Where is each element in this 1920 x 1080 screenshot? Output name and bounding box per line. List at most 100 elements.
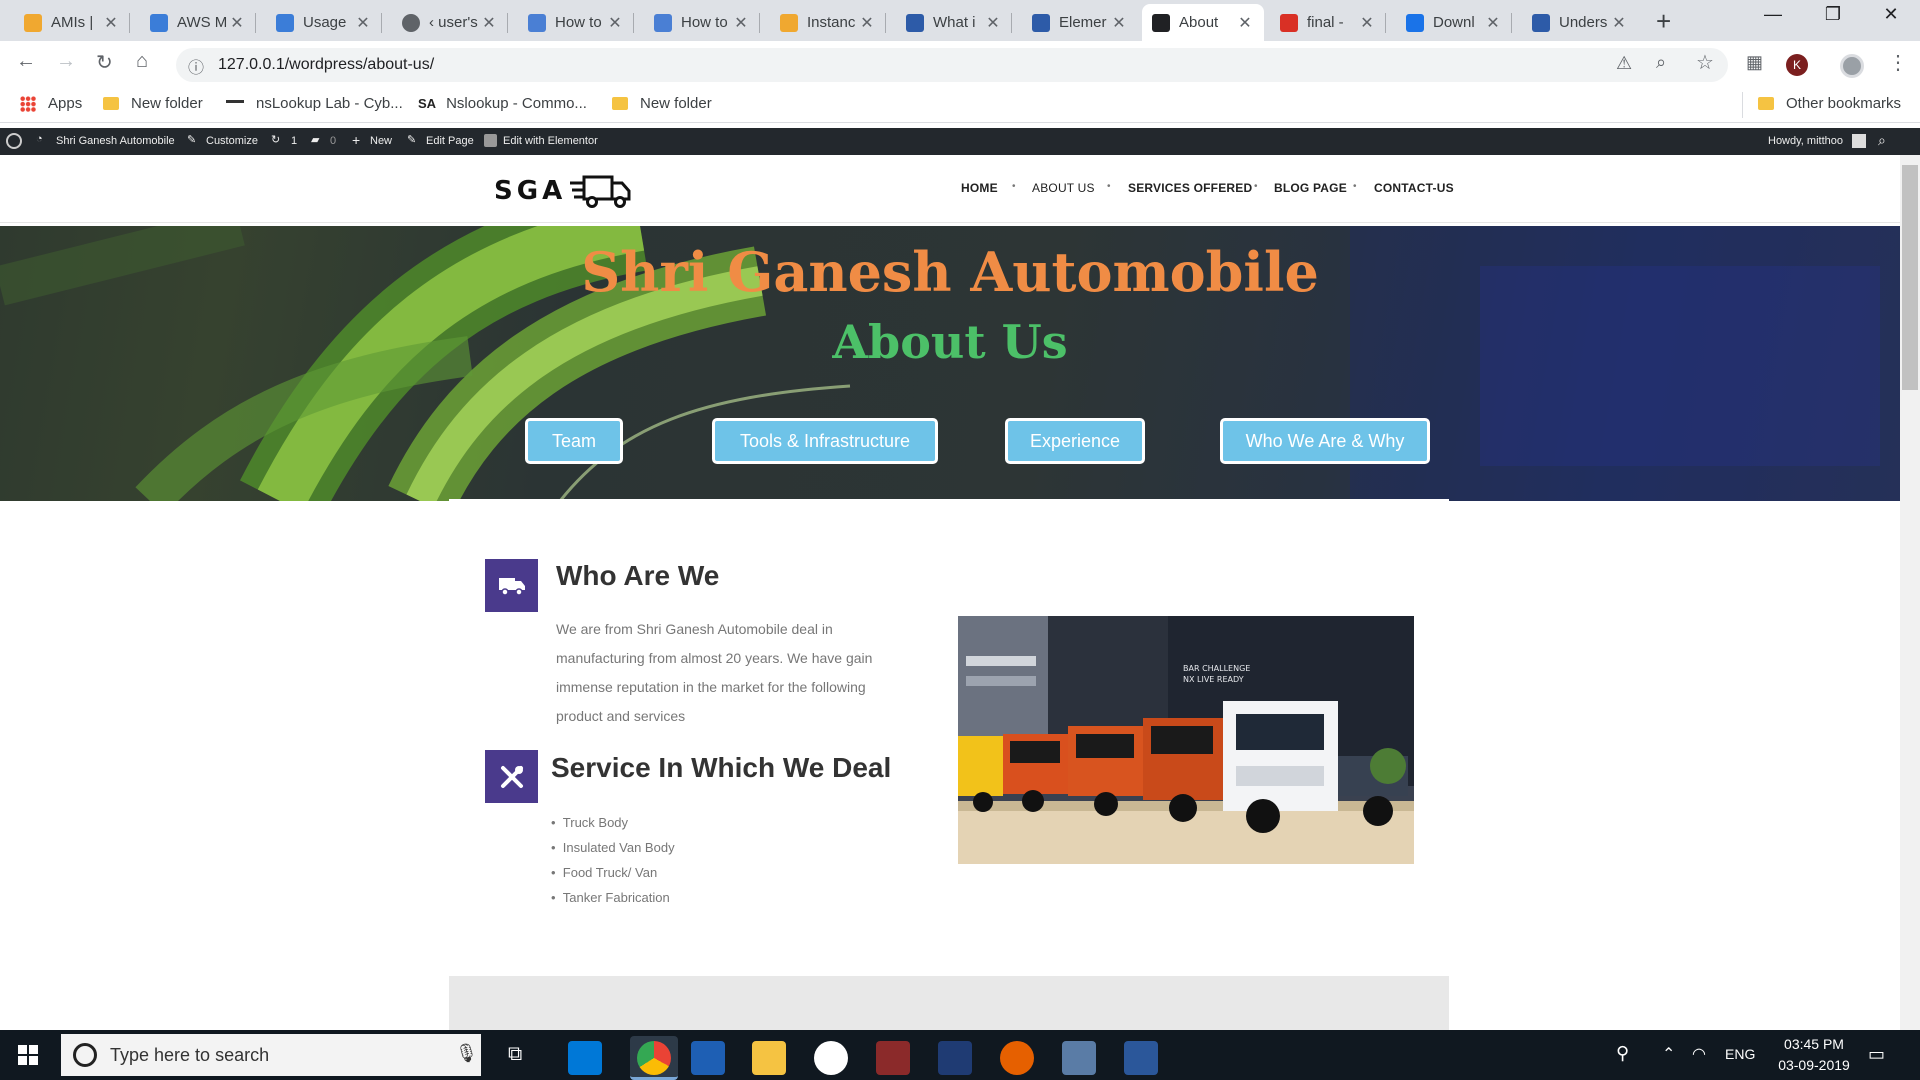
folder-icon xyxy=(612,97,628,110)
defender-icon[interactable] xyxy=(691,1041,725,1075)
extensions-icon[interactable]: ▦ xyxy=(1746,52,1763,73)
bookmark-folder[interactable]: New folder xyxy=(103,95,203,112)
browser-tab[interactable]: Downl ✕ xyxy=(1396,4,1512,41)
service-item-label: Tanker Fabrication xyxy=(562,890,670,905)
taskbar-search-placeholder[interactable]: Type here to search xyxy=(110,1045,269,1066)
scrollbar-thumb[interactable] xyxy=(1902,165,1918,390)
network-app-icon[interactable] xyxy=(1062,1041,1096,1075)
browser-tab[interactable]: AMIs | ✕ xyxy=(14,4,130,41)
nav-home[interactable]: HOME xyxy=(961,181,998,195)
page-viewport: SGA HOME • ABOUT US • SERVICES OFFERED •… xyxy=(0,155,1900,1030)
new-tab-icon[interactable]: + xyxy=(1656,6,1671,37)
close-icon[interactable]: ✕ xyxy=(102,13,120,33)
brush-icon: ✎ xyxy=(187,134,197,146)
devcpp-icon[interactable] xyxy=(938,1041,972,1075)
nav-services-offered[interactable]: SERVICES OFFERED xyxy=(1128,181,1252,195)
forward-icon[interactable]: → xyxy=(56,50,76,73)
close-icon[interactable]: ✕ xyxy=(984,13,1002,33)
cookie-blocked-icon[interactable]: ⚠ xyxy=(1616,53,1632,74)
admin-edit-elementor[interactable]: Edit with Elementor xyxy=(503,135,598,147)
user-avatar[interactable] xyxy=(1840,54,1864,78)
minimize-icon[interactable]: — xyxy=(1750,4,1796,25)
close-icon[interactable]: ✕ xyxy=(228,13,246,33)
browser-tab[interactable]: Usage ✕ xyxy=(266,4,382,41)
close-window-icon[interactable]: ✕ xyxy=(1868,4,1914,25)
wifi-icon[interactable]: ◠ xyxy=(1692,1044,1706,1064)
close-icon[interactable]: ✕ xyxy=(480,13,498,33)
close-icon[interactable]: ✕ xyxy=(1358,13,1376,33)
close-icon[interactable]: ✕ xyxy=(732,13,750,33)
nav-contact-us[interactable]: CONTACT-US xyxy=(1374,181,1454,195)
menu-icon[interactable]: ⋮ xyxy=(1888,50,1908,75)
bookmark-apps[interactable]: Apps xyxy=(20,95,82,112)
close-icon[interactable]: ✕ xyxy=(858,13,876,33)
close-icon[interactable]: ✕ xyxy=(1236,13,1254,33)
google-icon[interactable] xyxy=(814,1041,848,1075)
close-icon[interactable]: ✕ xyxy=(1110,13,1128,33)
browser-tab[interactable]: Unders ✕ xyxy=(1522,4,1638,41)
back-icon[interactable]: ← xyxy=(16,50,36,73)
tab-title: How to xyxy=(555,14,602,31)
maximize-icon[interactable]: ❐ xyxy=(1810,4,1856,25)
browser-tab[interactable]: How to ✕ xyxy=(644,4,760,41)
admin-new[interactable]: New xyxy=(370,135,392,147)
hero-banner: Shri Ganesh Automobile About Us Team Too… xyxy=(0,226,1900,501)
zoom-icon[interactable]: ⌕ xyxy=(1656,52,1666,73)
bookmark-link[interactable]: SA Nslookup - Commo... xyxy=(418,95,587,112)
clock-time[interactable]: 03:45 PM xyxy=(1774,1036,1854,1052)
team-button[interactable]: Team xyxy=(525,418,623,464)
bookmark-folder[interactable]: New folder xyxy=(612,95,712,112)
browser-tab[interactable]: final - ✕ xyxy=(1270,4,1386,41)
browser-tab[interactable]: Instanc ✕ xyxy=(770,4,886,41)
file-explorer-icon[interactable] xyxy=(752,1041,786,1075)
microphone-icon[interactable]: 🎙 xyxy=(455,1043,478,1064)
admin-customize[interactable]: Customize xyxy=(206,135,258,147)
tools-infrastructure-button[interactable]: Tools & Infrastructure xyxy=(712,418,938,464)
nav-blog-page[interactable]: BLOG PAGE xyxy=(1274,181,1347,195)
close-icon[interactable]: ✕ xyxy=(1484,13,1502,33)
browser-tab[interactable]: AWS M ✕ xyxy=(140,4,256,41)
browser-tab[interactable]: How to ✕ xyxy=(518,4,634,41)
close-icon[interactable]: ✕ xyxy=(1610,13,1628,33)
admin-site-name[interactable]: Shri Ganesh Automobile xyxy=(56,135,175,147)
admin-updates-count[interactable]: 1 xyxy=(291,135,297,147)
other-bookmarks[interactable]: Other bookmarks xyxy=(1758,95,1901,112)
service-item-label: Truck Body xyxy=(562,815,629,830)
profile-avatar[interactable]: K xyxy=(1786,54,1808,76)
admin-edit-page[interactable]: Edit Page xyxy=(426,135,474,147)
edge-icon[interactable] xyxy=(568,1041,602,1075)
people-favicon-icon xyxy=(654,13,672,32)
tab-title: Instanc xyxy=(807,14,856,31)
nav-about-us[interactable]: ABOUT US xyxy=(1032,181,1095,195)
close-icon[interactable]: ✕ xyxy=(606,13,624,33)
bookmark-link[interactable]: nsLookup Lab - Cyb... xyxy=(226,95,403,112)
task-view-icon[interactable]: ⧉ xyxy=(508,1043,522,1066)
language-indicator[interactable]: ENG xyxy=(1725,1046,1755,1062)
trucks-photo: BAR CHALLENGE NX LIVE READY xyxy=(958,616,1414,864)
wordpress-logo-icon[interactable] xyxy=(6,133,22,149)
chevron-up-icon[interactable]: ⌃ xyxy=(1662,1044,1675,1064)
browser-tab-active[interactable]: About ✕ xyxy=(1142,4,1264,41)
windows-start-icon[interactable] xyxy=(18,1045,38,1065)
clock-date[interactable]: 03-09-2019 xyxy=(1768,1057,1860,1073)
reload-icon[interactable]: ↻ xyxy=(96,50,113,75)
bookmark-star-icon[interactable]: ☆ xyxy=(1696,50,1714,75)
browser-tab[interactable]: ‹ user's ✕ xyxy=(392,4,508,41)
url-text[interactable]: 127.0.0.1/wordpress/about-us/ xyxy=(218,56,434,74)
word-icon[interactable] xyxy=(1124,1041,1158,1075)
browser-tab[interactable]: Elemer ✕ xyxy=(1022,4,1138,41)
site-logo[interactable]: SGA xyxy=(494,173,632,209)
close-icon[interactable]: ✕ xyxy=(354,13,372,33)
notifications-icon[interactable]: ▭ xyxy=(1868,1044,1885,1065)
firefox-icon[interactable] xyxy=(1000,1041,1034,1075)
admin-comments-count[interactable]: 0 xyxy=(330,135,336,147)
browser-tab[interactable]: What i ✕ xyxy=(896,4,1012,41)
experience-button[interactable]: Experience xyxy=(1005,418,1145,464)
app-icon[interactable] xyxy=(876,1041,910,1075)
who-we-are-button[interactable]: Who We Are & Why xyxy=(1220,418,1430,464)
people-icon[interactable]: ⚲ xyxy=(1616,1043,1629,1064)
home-icon[interactable]: ⌂ xyxy=(136,50,148,73)
info-icon[interactable]: ⓘ xyxy=(188,54,204,78)
admin-howdy[interactable]: Howdy, mitthoo xyxy=(1768,135,1843,147)
search-icon[interactable]: ⌕ xyxy=(1878,132,1886,149)
